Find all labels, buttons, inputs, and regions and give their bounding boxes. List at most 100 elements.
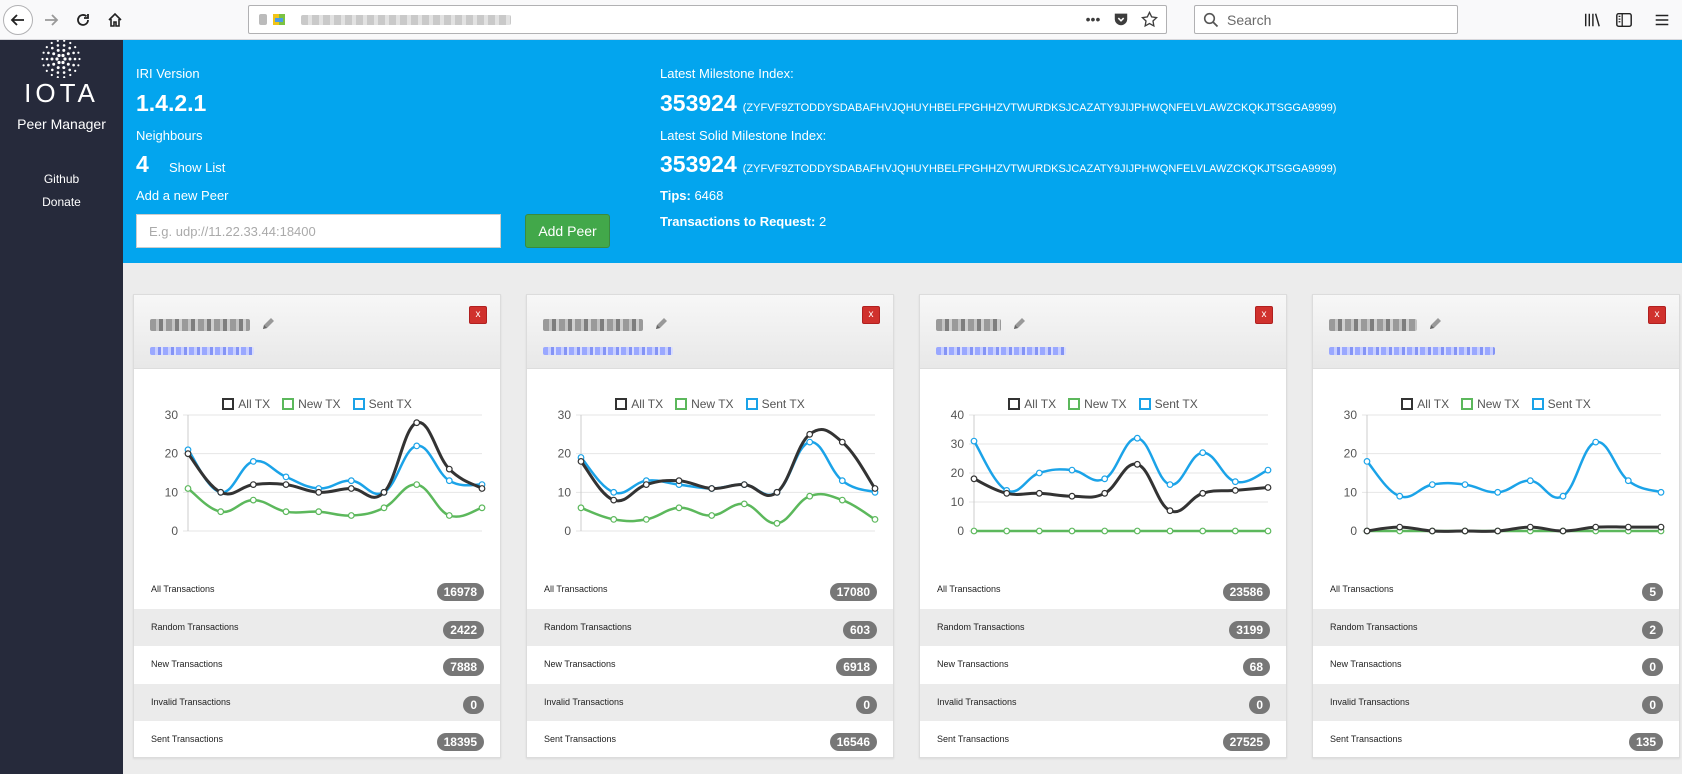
data-point-all[interactable]	[1559, 527, 1567, 535]
sidebar-toggle-button[interactable]	[1614, 10, 1634, 30]
edit-peer-icon[interactable]	[1427, 316, 1443, 332]
data-point-new[interactable]	[740, 500, 748, 508]
data-point-sent[interactable]	[1231, 478, 1239, 486]
data-point-new[interactable]	[871, 515, 879, 523]
bookmark-star-icon[interactable]	[1140, 10, 1158, 28]
data-point-new[interactable]	[675, 504, 683, 512]
data-point-all[interactable]	[1657, 523, 1665, 531]
data-point-all[interactable]	[347, 485, 355, 492]
data-point-sent[interactable]	[347, 477, 355, 485]
data-point-all[interactable]	[773, 488, 781, 496]
data-point-all[interactable]	[315, 488, 323, 496]
github-link[interactable]: Github	[0, 172, 123, 186]
data-point-new[interactable]	[380, 504, 388, 512]
donate-link[interactable]: Donate	[0, 195, 123, 209]
data-point-all[interactable]	[970, 475, 978, 483]
data-point-sent[interactable]	[1559, 492, 1567, 500]
data-point-all[interactable]	[1133, 460, 1141, 468]
data-point-sent[interactable]	[413, 442, 421, 450]
data-point-sent[interactable]	[249, 458, 257, 465]
data-point-all[interactable]	[577, 458, 585, 465]
data-point-sent[interactable]	[282, 473, 290, 481]
data-point-new[interactable]	[1264, 527, 1272, 535]
search-input[interactable]	[1227, 10, 1447, 30]
data-point-all[interactable]	[1526, 523, 1534, 531]
data-point-new[interactable]	[249, 496, 257, 504]
data-point-all[interactable]	[1624, 523, 1632, 531]
data-point-sent[interactable]	[1166, 481, 1174, 488]
edit-peer-icon[interactable]	[653, 316, 669, 332]
peer-address-link[interactable]	[543, 347, 673, 355]
data-point-sent[interactable]	[1494, 488, 1502, 496]
library-button[interactable]	[1582, 10, 1602, 30]
data-point-all[interactable]	[380, 488, 388, 496]
data-point-sent[interactable]	[1035, 469, 1043, 477]
data-point-all[interactable]	[1199, 489, 1207, 497]
add-peer-button[interactable]: Add Peer	[525, 214, 610, 248]
page-actions-icon[interactable]: •••	[1084, 10, 1102, 28]
data-point-all[interactable]	[445, 465, 453, 473]
data-point-sent[interactable]	[1363, 458, 1371, 465]
data-point-sent[interactable]	[1101, 475, 1109, 483]
data-point-new[interactable]	[217, 508, 225, 516]
data-point-new[interactable]	[1199, 527, 1207, 535]
data-point-new[interactable]	[184, 485, 192, 492]
data-point-all[interactable]	[1428, 527, 1436, 535]
peer-address-link[interactable]	[150, 347, 254, 355]
data-point-new[interactable]	[478, 504, 486, 512]
reload-button[interactable]	[68, 5, 98, 35]
data-point-sent[interactable]	[970, 437, 978, 445]
remove-peer-button[interactable]: x	[1255, 306, 1273, 324]
data-point-new[interactable]	[610, 515, 618, 523]
data-point-all[interactable]	[1101, 489, 1109, 497]
data-point-new[interactable]	[838, 496, 846, 504]
edit-peer-icon[interactable]	[1011, 316, 1027, 332]
data-point-new[interactable]	[1231, 527, 1239, 535]
url-bar[interactable]: •••	[248, 5, 1167, 34]
data-point-all[interactable]	[217, 488, 225, 496]
data-point-all[interactable]	[1264, 484, 1272, 491]
data-point-new[interactable]	[708, 512, 716, 519]
forward-button[interactable]	[36, 5, 66, 35]
data-point-new[interactable]	[1133, 527, 1141, 535]
data-point-sent[interactable]	[1526, 477, 1534, 485]
pocket-icon[interactable]	[1112, 10, 1130, 28]
data-point-all[interactable]	[610, 496, 618, 504]
data-point-all[interactable]	[740, 481, 748, 488]
data-point-all[interactable]	[1461, 527, 1469, 535]
data-point-sent[interactable]	[1264, 466, 1272, 474]
peer-address-input[interactable]	[136, 214, 501, 248]
data-point-all[interactable]	[838, 438, 846, 446]
data-point-sent[interactable]	[1133, 434, 1141, 442]
data-point-new[interactable]	[315, 508, 323, 516]
data-point-all[interactable]	[1166, 507, 1174, 515]
data-point-sent[interactable]	[806, 438, 814, 446]
edit-peer-icon[interactable]	[260, 316, 276, 332]
data-point-all[interactable]	[675, 477, 683, 485]
home-button[interactable]	[100, 5, 130, 35]
data-point-sent[interactable]	[1461, 481, 1469, 488]
data-point-sent[interactable]	[1199, 449, 1207, 457]
data-point-new[interactable]	[773, 519, 781, 527]
data-point-new[interactable]	[1035, 527, 1043, 535]
data-point-all[interactable]	[478, 485, 486, 492]
data-point-new[interactable]	[282, 508, 290, 516]
data-point-new[interactable]	[642, 515, 650, 523]
data-point-all[interactable]	[184, 450, 192, 458]
data-point-all[interactable]	[282, 481, 290, 488]
data-point-all[interactable]	[642, 481, 650, 488]
data-point-sent[interactable]	[610, 488, 618, 496]
data-point-all[interactable]	[249, 481, 257, 488]
data-point-new[interactable]	[970, 527, 978, 535]
data-point-sent[interactable]	[1592, 438, 1600, 446]
data-point-all[interactable]	[708, 485, 716, 492]
data-point-new[interactable]	[445, 512, 453, 519]
data-point-all[interactable]	[806, 430, 814, 438]
data-point-all[interactable]	[1363, 527, 1371, 535]
data-point-sent[interactable]	[1657, 488, 1665, 496]
data-point-all[interactable]	[871, 485, 879, 492]
data-point-new[interactable]	[1003, 527, 1011, 535]
data-point-all[interactable]	[1003, 489, 1011, 497]
data-point-new[interactable]	[1068, 527, 1076, 535]
data-point-all[interactable]	[1494, 527, 1502, 535]
